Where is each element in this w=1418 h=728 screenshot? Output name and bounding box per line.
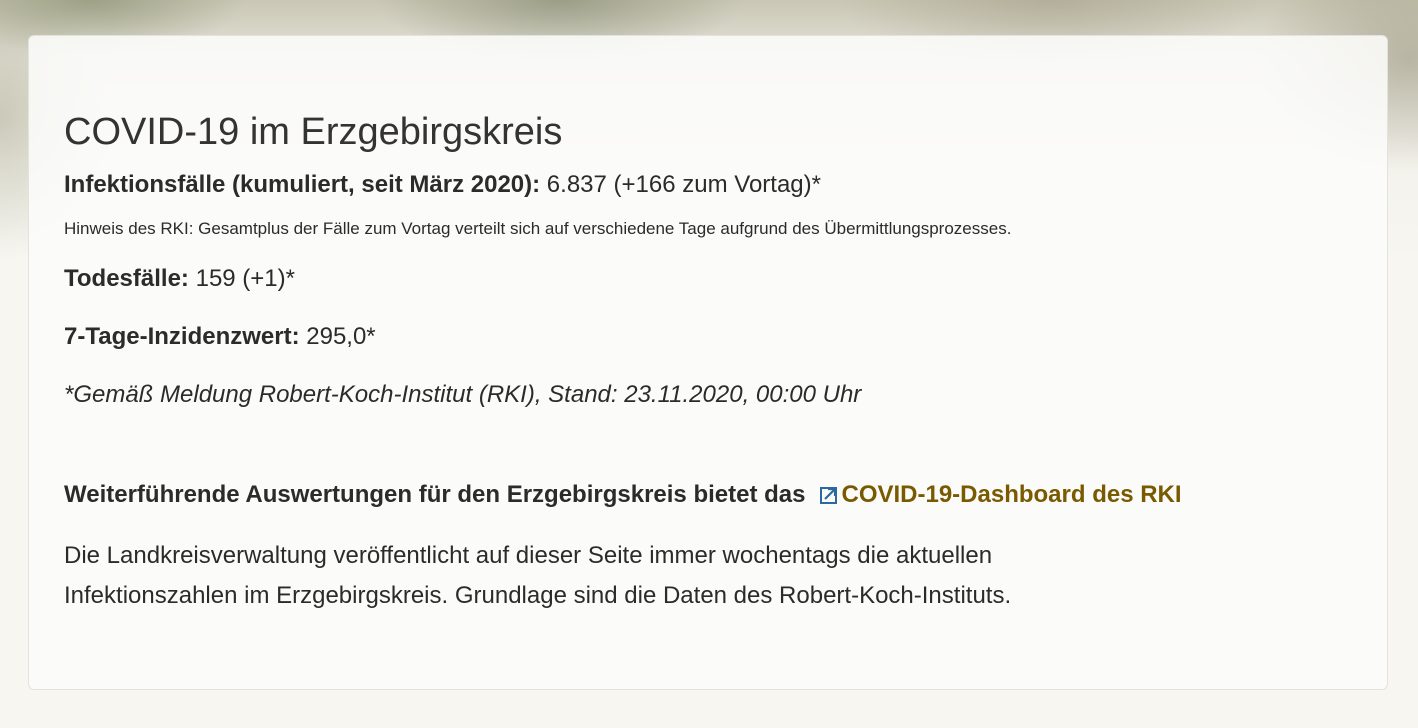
deaths-row: Todesfälle: 159 (+1)* <box>64 264 1387 294</box>
further-analysis: Weiterführende Auswertungen für den Erzg… <box>64 480 1387 510</box>
external-link-icon <box>820 487 838 504</box>
incidence-label: 7-Tage-Inzidenzwert: <box>64 323 300 350</box>
deaths-value: 159 (+1)* <box>188 265 295 292</box>
deaths-label: Todesfälle: <box>64 265 189 292</box>
infections-row: Infektionsfälle (kumuliert, seit März 20… <box>64 170 1387 200</box>
source-note: *Gemäß Meldung Robert-Koch-Institut (RKI… <box>64 381 862 408</box>
rki-dashboard-link[interactable]: COVID-19-Dashboard des RKI <box>805 481 1182 508</box>
covid-info-card: COVID-19 im Erzgebirgskreis Infektionsfä… <box>28 35 1388 690</box>
rki-note: Hinweis des RKI: Gesamtplus der Fälle zu… <box>64 219 1012 238</box>
infections-value: 6.837 (+166 zum Vortag)* <box>540 171 821 198</box>
further-text: Weiterführende Auswertungen für den Erzg… <box>64 481 806 508</box>
infections-label: Infektionsfälle (kumuliert, seit März 20… <box>64 171 541 198</box>
incidence-value: 295,0* <box>299 323 376 350</box>
page-title: COVID-19 im Erzgebirgskreis <box>64 111 563 153</box>
rki-dashboard-link-label: COVID-19-Dashboard des RKI <box>841 481 1182 508</box>
incidence-row: 7-Tage-Inzidenzwert: 295,0* <box>64 322 1387 352</box>
description: Die Landkreisverwaltung veröffentlicht a… <box>64 542 1012 609</box>
